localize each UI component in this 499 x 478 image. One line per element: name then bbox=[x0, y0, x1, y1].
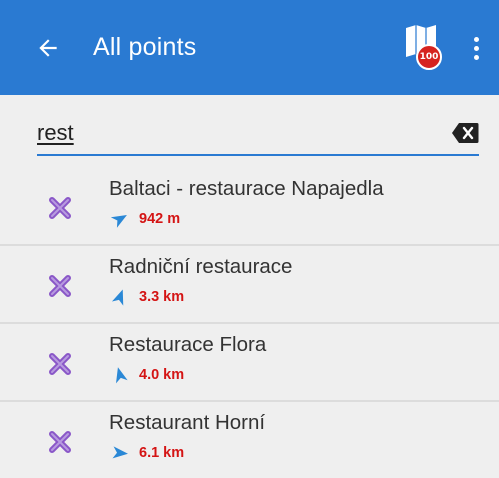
point-distance: 6.1 km bbox=[109, 443, 184, 463]
more-vert-icon-dot bbox=[473, 54, 479, 60]
direction-arrow-icon bbox=[112, 446, 128, 459]
point-name: Restaurace Flora bbox=[109, 333, 267, 356]
more-vert-icon-dot bbox=[473, 45, 479, 51]
back-button[interactable] bbox=[30, 30, 66, 66]
clear-search-button[interactable] bbox=[451, 122, 479, 144]
points-list: Baltaci - restaurace Napajedla 942 m Rad… bbox=[0, 168, 499, 478]
arrow-left-icon bbox=[39, 39, 57, 57]
list-item[interactable]: Restaurace Flora 4.0 km bbox=[0, 324, 499, 402]
direction-arrow-icon bbox=[111, 215, 127, 228]
map-badge: 100 bbox=[416, 44, 442, 70]
distance-text: 4.0 km bbox=[139, 367, 185, 383]
point-distance: 4.0 km bbox=[109, 365, 184, 385]
distance-text: 942 m bbox=[139, 211, 181, 227]
poi-cross-icon bbox=[49, 275, 71, 297]
search-input[interactable] bbox=[37, 117, 417, 149]
more-vert-icon bbox=[473, 36, 479, 42]
direction-arrow-icon bbox=[111, 289, 124, 306]
list-item[interactable]: Radniční restaurace 3.3 km bbox=[0, 246, 499, 324]
point-distance: 3.3 km bbox=[109, 287, 184, 307]
list-item[interactable]: Baltaci - restaurace Napajedla 942 m bbox=[0, 168, 499, 246]
poi-cross-icon bbox=[49, 353, 71, 375]
direction-arrow-icon bbox=[116, 367, 128, 384]
backspace-clear-icon bbox=[452, 123, 479, 143]
point-name: Restaurant Horní bbox=[109, 411, 266, 434]
list-item[interactable]: Restaurant Horní 6.1 km bbox=[0, 402, 499, 478]
point-distance: 942 m bbox=[109, 209, 180, 229]
distance-text: 3.3 km bbox=[139, 289, 185, 305]
more-options-button[interactable] bbox=[462, 30, 490, 66]
search-bar bbox=[0, 95, 499, 168]
search-underline bbox=[37, 154, 479, 156]
distance-text: 6.1 km bbox=[139, 445, 185, 461]
app-bar: All points 100 bbox=[0, 0, 499, 95]
map-points-button[interactable]: 100 bbox=[402, 24, 446, 72]
page-title: All points bbox=[93, 33, 197, 61]
poi-cross-icon bbox=[49, 197, 71, 219]
point-name: Baltaci - restaurace Napajedla bbox=[109, 177, 384, 200]
point-name: Radniční restaurace bbox=[109, 255, 293, 278]
poi-cross-icon bbox=[49, 431, 71, 453]
